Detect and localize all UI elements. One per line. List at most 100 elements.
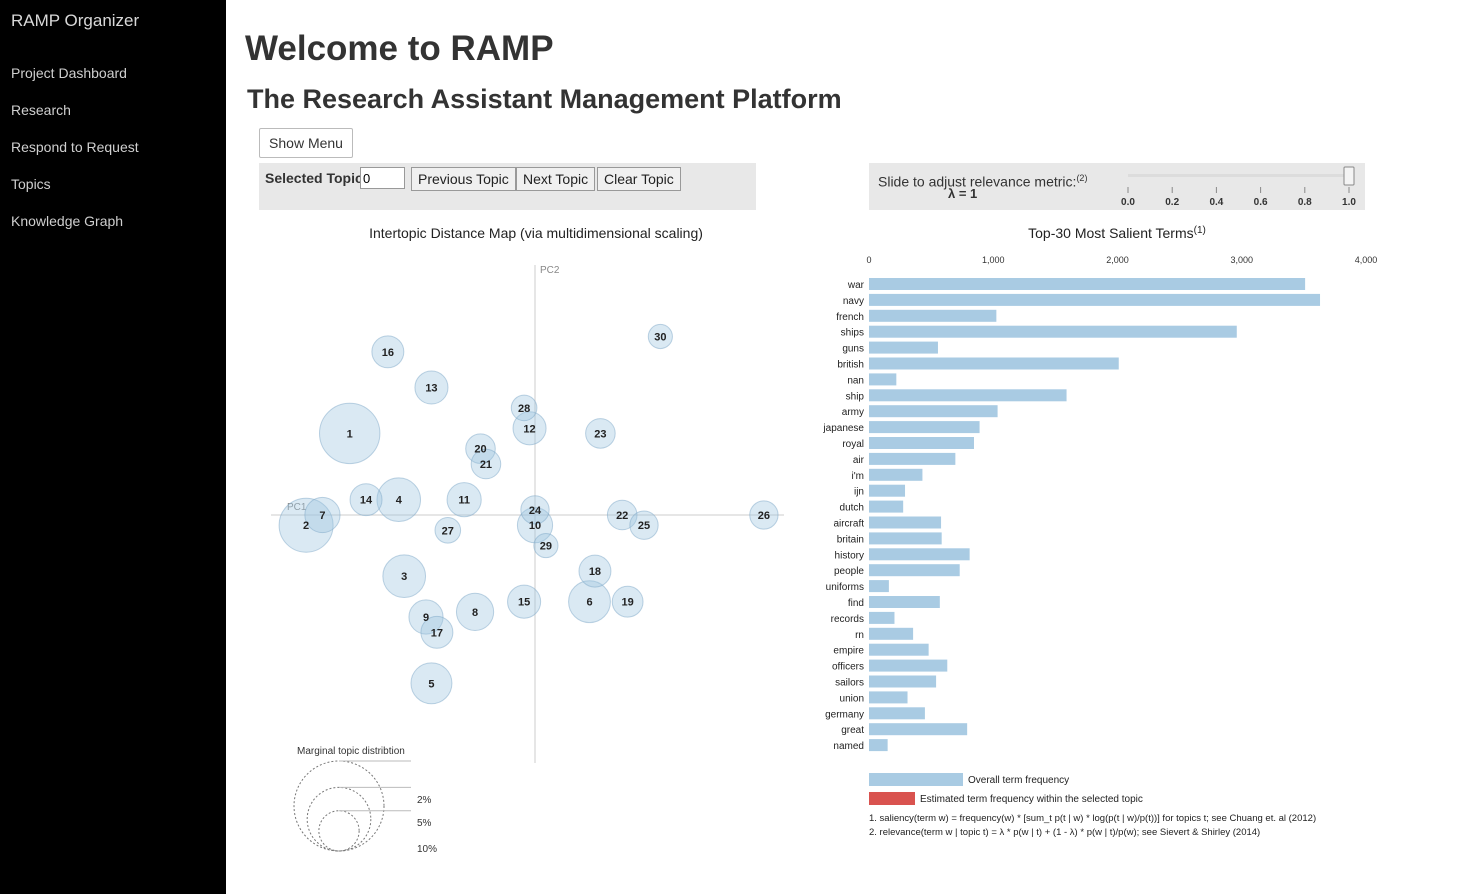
term-bar[interactable]	[869, 484, 906, 497]
app-brand[interactable]: RAMP Organizer	[11, 11, 139, 31]
slider-handle[interactable]	[1343, 166, 1355, 186]
term-bar[interactable]	[869, 564, 960, 577]
sidebar: RAMP Organizer Project Dashboard Researc…	[0, 0, 226, 894]
sidebar-item-respond-to-request[interactable]: Respond to Request	[11, 139, 139, 155]
term-label: sailors	[835, 678, 864, 689]
slider-track	[1128, 174, 1349, 177]
term-label: british	[837, 360, 864, 371]
term-label: dutch	[840, 503, 864, 514]
size-legend-label: 2%	[417, 795, 432, 806]
topic-label-28: 28	[518, 403, 530, 415]
topic-label-12: 12	[523, 423, 535, 435]
size-legend-circle	[306, 786, 372, 852]
salient-title-note: (1)	[1194, 225, 1206, 236]
term-bar[interactable]	[869, 468, 923, 481]
topic-label-2: 2	[303, 520, 309, 532]
topic-label-11: 11	[458, 495, 470, 507]
term-bar[interactable]	[869, 723, 968, 736]
term-label: nan	[847, 375, 864, 386]
sidebar-item-knowledge-graph[interactable]: Knowledge Graph	[11, 213, 123, 229]
term-bar[interactable]	[869, 548, 970, 561]
term-label: records	[831, 614, 864, 625]
relevance-panel: Slide to adjust relevance metric:(2) λ =…	[869, 163, 1365, 210]
sidebar-item-project-dashboard[interactable]: Project Dashboard	[11, 65, 127, 81]
show-menu-button[interactable]: Show Menu	[259, 128, 353, 158]
term-bar[interactable]	[869, 325, 1237, 338]
term-bar[interactable]	[869, 437, 974, 449]
page-title: Welcome to RAMP	[245, 29, 554, 68]
intertopic-distance-map: Intertopic Distance Map (via multidimens…	[271, 225, 784, 855]
term-bar[interactable]	[869, 341, 938, 354]
term-bar[interactable]	[869, 452, 956, 465]
topic-label-27: 27	[442, 525, 454, 537]
term-bar[interactable]	[869, 691, 908, 704]
slider-tick-label: 0.0	[1121, 197, 1135, 208]
page-subtitle: The Research Assistant Management Platfo…	[247, 84, 842, 114]
term-bar[interactable]	[869, 532, 942, 545]
term-label: ship	[846, 391, 865, 402]
relevance-slider[interactable]: 0.0 0.2 0.4 0.6 0.8 1.0	[1109, 163, 1365, 210]
topic-label-7: 7	[319, 510, 325, 522]
topic-label-3: 3	[401, 571, 407, 583]
topic-label-19: 19	[622, 597, 634, 609]
topic-label-5: 5	[428, 678, 434, 690]
next-topic-button[interactable]: Next Topic	[516, 167, 596, 191]
topic-label-25: 25	[638, 520, 650, 532]
term-bar[interactable]	[869, 643, 929, 656]
term-bar[interactable]	[869, 707, 925, 720]
term-bar[interactable]	[869, 500, 904, 513]
term-label: officers	[832, 662, 864, 673]
salient-title: Top-30 Most Salient Terms(1)	[1028, 225, 1206, 241]
term-label: britain	[837, 534, 864, 545]
term-label: germany	[825, 709, 864, 720]
term-bar[interactable]	[869, 675, 937, 688]
term-bar[interactable]	[869, 405, 998, 418]
slider-tick-label: 0.8	[1298, 197, 1312, 208]
term-bar[interactable]	[869, 739, 888, 752]
term-label: great	[841, 725, 864, 736]
term-bar[interactable]	[869, 516, 942, 529]
x-tick-label: 4,000	[1355, 255, 1378, 265]
slider-tick-label: 1.0	[1342, 197, 1356, 208]
term-label: uniforms	[826, 582, 864, 593]
topic-label-15: 15	[518, 597, 530, 609]
term-bar[interactable]	[869, 580, 889, 593]
clear-topic-button[interactable]: Clear Topic	[597, 167, 681, 191]
term-label: royal	[842, 439, 864, 450]
previous-topic-button[interactable]: Previous Topic	[411, 167, 516, 191]
slider-tick-label: 0.6	[1254, 197, 1268, 208]
topic-label-9: 9	[423, 612, 429, 624]
term-bar[interactable]	[869, 627, 914, 640]
term-bar[interactable]	[869, 278, 1306, 290]
term-label: army	[842, 407, 864, 418]
term-label: air	[853, 455, 865, 466]
topic-label-6: 6	[586, 597, 592, 609]
pc2-axis-label: PC2	[540, 265, 560, 276]
topic-selector-panel: Selected Topic: Previous Topic Next Topi…	[259, 163, 756, 210]
term-bar[interactable]	[869, 389, 1067, 402]
term-bar[interactable]	[869, 309, 997, 322]
term-label: guns	[842, 344, 864, 355]
topic-label-20: 20	[474, 444, 486, 456]
relevance-note-marker: (2)	[1076, 173, 1088, 183]
topic-label-1: 1	[347, 428, 353, 440]
selected-topic-input[interactable]	[360, 167, 405, 189]
x-tick-label: 3,000	[1230, 255, 1253, 265]
term-bar[interactable]	[869, 357, 1119, 370]
topic-label-4: 4	[396, 495, 403, 507]
term-bar[interactable]	[869, 611, 895, 624]
term-label: empire	[833, 646, 864, 657]
term-bar[interactable]	[869, 596, 940, 608]
term-bar[interactable]	[869, 293, 1321, 306]
sidebar-item-research[interactable]: Research	[11, 102, 71, 118]
relevance-label: Slide to adjust relevance metric:(2)	[878, 173, 1087, 190]
sidebar-item-topics[interactable]: Topics	[11, 176, 51, 192]
term-bar[interactable]	[869, 659, 948, 672]
topic-label-21: 21	[480, 459, 492, 471]
legend-topic-swatch	[869, 792, 915, 805]
term-bar[interactable]	[869, 421, 980, 434]
term-bar[interactable]	[869, 373, 897, 386]
size-legend-label: 5%	[417, 818, 432, 829]
topic-label-22: 22	[616, 510, 628, 522]
footnote-2: 2. relevance(term w | topic t) = λ * p(w…	[869, 827, 1260, 838]
